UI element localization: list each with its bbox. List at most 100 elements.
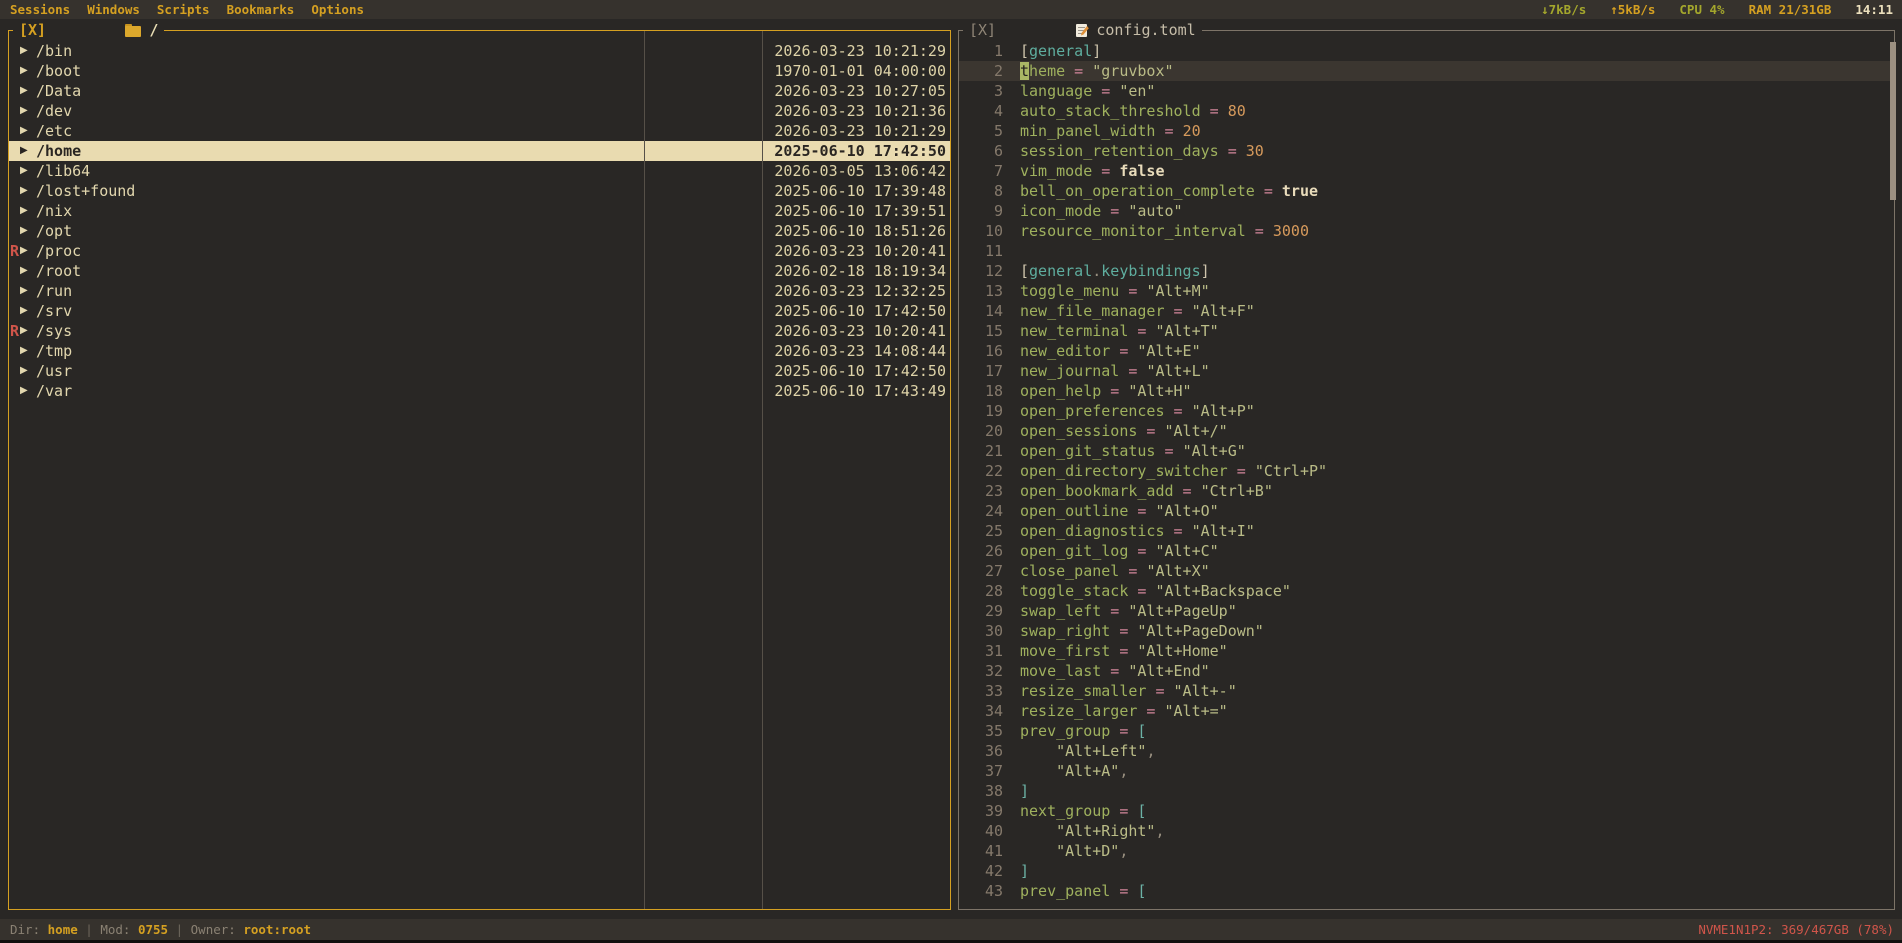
editor-line[interactable]: 37 "Alt+A", — [959, 761, 1894, 781]
expand-arrow-icon[interactable]: ▶ — [20, 301, 28, 321]
editor-line[interactable]: 38] — [959, 781, 1894, 801]
editor-line[interactable]: 29 swap_left = "Alt+PageUp" — [959, 601, 1894, 621]
menu-item-sessions[interactable]: Sessions — [10, 0, 70, 19]
line-code: open_bookmark_add = "Ctrl+B" — [1020, 482, 1273, 500]
file-date: 2026-03-23 10:20:41 — [774, 242, 946, 260]
menu-item-windows[interactable]: Windows — [87, 0, 140, 19]
expand-arrow-icon[interactable]: ▶ — [20, 381, 28, 401]
expand-arrow-icon[interactable]: ▶ — [20, 261, 28, 281]
file-row[interactable]: R ▶ /sys 2026-03-23 10:20:41 — [9, 321, 950, 341]
editor-line[interactable]: 43 prev_panel = [ — [959, 881, 1894, 901]
editor-scrollbar[interactable] — [1890, 42, 1896, 200]
file-row[interactable]: ▶ /srv 2025-06-10 17:42:50 — [9, 301, 950, 321]
editor-line[interactable]: 13 toggle_menu = "Alt+M" — [959, 281, 1894, 301]
editor-line[interactable]: 7 vim_mode = false — [959, 161, 1894, 181]
expand-arrow-icon[interactable]: ▶ — [20, 121, 28, 141]
expand-arrow-icon[interactable]: ▶ — [20, 181, 28, 201]
line-number: 23 — [984, 482, 1003, 500]
close-panel-button[interactable]: [X] — [19, 20, 46, 40]
editor-line[interactable]: 35 prev_group = [ — [959, 721, 1894, 741]
menu-item-bookmarks[interactable]: Bookmarks — [227, 0, 295, 19]
editor-line[interactable]: 20 open_sessions = "Alt+/" — [959, 421, 1894, 441]
expand-arrow-icon[interactable]: ▶ — [20, 241, 28, 261]
expand-arrow-icon[interactable]: ▶ — [20, 281, 28, 301]
expand-arrow-icon[interactable]: ▶ — [20, 141, 28, 161]
editor-line[interactable]: 26 open_git_log = "Alt+C" — [959, 541, 1894, 561]
expand-arrow-icon[interactable]: ▶ — [20, 101, 28, 121]
expand-arrow-icon[interactable]: ▶ — [20, 221, 28, 241]
file-row[interactable]: ▶ /var 2025-06-10 17:43:49 — [9, 381, 950, 401]
file-row[interactable]: ▶ /usr 2025-06-10 17:42:50 — [9, 361, 950, 381]
editor-line[interactable]: 30 swap_right = "Alt+PageDown" — [959, 621, 1894, 641]
editor-line[interactable]: 15 new_terminal = "Alt+T" — [959, 321, 1894, 341]
menu-item-scripts[interactable]: Scripts — [157, 0, 210, 19]
editor-line[interactable]: 33 resize_smaller = "Alt+-" — [959, 681, 1894, 701]
editor-line[interactable]: 41 "Alt+D", — [959, 841, 1894, 861]
expand-arrow-icon[interactable]: ▶ — [20, 341, 28, 361]
editor-line[interactable]: 4 auto_stack_threshold = 80 — [959, 101, 1894, 121]
editor-line[interactable]: 12 [general.keybindings] — [959, 261, 1894, 281]
line-code: icon_mode = "auto" — [1020, 202, 1183, 220]
editor-line[interactable]: 17 new_journal = "Alt+L" — [959, 361, 1894, 381]
file-row[interactable]: ▶ /dev 2026-03-23 10:21:36 — [9, 101, 950, 121]
file-row[interactable]: ▶ /etc 2026-03-23 10:21:29 — [9, 121, 950, 141]
file-date: 2026-03-23 10:21:36 — [774, 102, 946, 120]
file-name: /opt — [36, 222, 73, 240]
expand-arrow-icon[interactable]: ▶ — [20, 321, 28, 341]
editor-line[interactable]: 9 icon_mode = "auto" — [959, 201, 1894, 221]
editor-line[interactable]: 18 open_help = "Alt+H" — [959, 381, 1894, 401]
editor-line[interactable]: 16 new_editor = "Alt+E" — [959, 341, 1894, 361]
line-number: 20 — [984, 422, 1003, 440]
file-row[interactable]: ▶ /run 2026-03-23 12:32:25 — [9, 281, 950, 301]
expand-arrow-icon[interactable]: ▶ — [20, 81, 28, 101]
editor-line[interactable]: 22 open_directory_switcher = "Ctrl+P" — [959, 461, 1894, 481]
editor-line[interactable]: 32 move_last = "Alt+End" — [959, 661, 1894, 681]
editor-line-current[interactable]: 2 theme = "gruvbox" — [959, 61, 1894, 81]
editor-line[interactable]: 36 "Alt+Left", — [959, 741, 1894, 761]
line-code: open_outline = "Alt+O" — [1020, 502, 1219, 520]
line-number: 38 — [984, 782, 1003, 800]
expand-arrow-icon[interactable]: ▶ — [20, 161, 28, 181]
editor-line[interactable]: 10 resource_monitor_interval = 3000 — [959, 221, 1894, 241]
line-number: 16 — [984, 342, 1003, 360]
editor-line[interactable]: 27 close_panel = "Alt+X" — [959, 561, 1894, 581]
file-row[interactable]: ▶ /lib64 2026-03-05 13:06:42 — [9, 161, 950, 181]
close-editor-button[interactable]: [X] — [969, 20, 996, 40]
expand-arrow-icon[interactable]: ▶ — [20, 61, 28, 81]
editor-line[interactable]: 11 — [959, 241, 1894, 261]
editor-line[interactable]: 6 session_retention_days = 30 — [959, 141, 1894, 161]
expand-arrow-icon[interactable]: ▶ — [20, 41, 28, 61]
editor-line[interactable]: 3 language = "en" — [959, 81, 1894, 101]
file-row[interactable]: R ▶ /proc 2026-03-23 10:20:41 — [9, 241, 950, 261]
editor-line[interactable]: 24 open_outline = "Alt+O" — [959, 501, 1894, 521]
file-row[interactable]: ▶ /Data 2026-03-23 10:27:05 — [9, 81, 950, 101]
menu-item-options[interactable]: Options — [311, 0, 364, 19]
file-row-selected[interactable]: ▶ /home 2025-06-10 17:42:50 — [9, 141, 950, 161]
editor-line[interactable]: 34 resize_larger = "Alt+=" — [959, 701, 1894, 721]
editor-line[interactable]: 39 next_group = [ — [959, 801, 1894, 821]
editor-line[interactable]: 42] — [959, 861, 1894, 881]
file-row[interactable]: ▶ /nix 2025-06-10 17:39:51 — [9, 201, 950, 221]
file-row[interactable]: ▶ /bin 2026-03-23 10:21:29 — [9, 41, 950, 61]
editor-line[interactable]: 5 min_panel_width = 20 — [959, 121, 1894, 141]
file-row[interactable]: ▶ /tmp 2026-03-23 14:08:44 — [9, 341, 950, 361]
editor-line[interactable]: 8 bell_on_operation_complete = true — [959, 181, 1894, 201]
file-row[interactable]: ▶ /boot 1970-01-01 04:00:00 — [9, 61, 950, 81]
editor-line[interactable]: 1 [general] — [959, 41, 1894, 61]
editor-line[interactable]: 28 toggle_stack = "Alt+Backspace" — [959, 581, 1894, 601]
line-number: 37 — [984, 762, 1003, 780]
file-row[interactable]: ▶ /root 2026-02-18 18:19:34 — [9, 261, 950, 281]
expand-arrow-icon[interactable]: ▶ — [20, 361, 28, 381]
file-name: /bin — [36, 42, 73, 60]
editor-line[interactable]: 31 move_first = "Alt+Home" — [959, 641, 1894, 661]
editor-line[interactable]: 23 open_bookmark_add = "Ctrl+B" — [959, 481, 1894, 501]
line-code: open_git_log = "Alt+C" — [1020, 542, 1219, 560]
editor-line[interactable]: 40 "Alt+Right", — [959, 821, 1894, 841]
expand-arrow-icon[interactable]: ▶ — [20, 201, 28, 221]
file-row[interactable]: ▶ /opt 2025-06-10 18:51:26 — [9, 221, 950, 241]
editor-line[interactable]: 14 new_file_manager = "Alt+F" — [959, 301, 1894, 321]
editor-line[interactable]: 21 open_git_status = "Alt+G" — [959, 441, 1894, 461]
editor-line[interactable]: 25 open_diagnostics = "Alt+I" — [959, 521, 1894, 541]
editor-line[interactable]: 19 open_preferences = "Alt+P" — [959, 401, 1894, 421]
file-row[interactable]: ▶ /lost+found 2025-06-10 17:39:48 — [9, 181, 950, 201]
